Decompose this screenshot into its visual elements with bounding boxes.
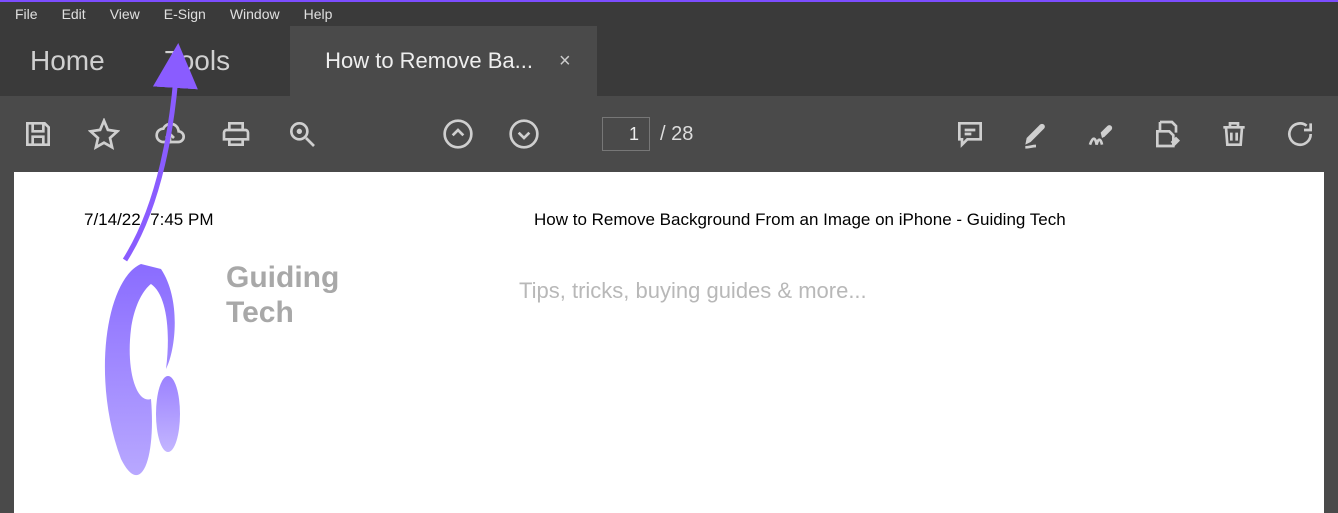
page-indicator: / 28 bbox=[602, 117, 693, 151]
brand: Guiding Tech bbox=[96, 259, 339, 494]
brand-line1: Guiding bbox=[226, 261, 339, 296]
document-tab[interactable]: How to Remove Ba... × bbox=[290, 26, 597, 96]
document-page: 7/14/22, 7:45 PM How to Remove Backgroun… bbox=[14, 172, 1324, 513]
star-icon[interactable] bbox=[86, 116, 122, 152]
tagline: Tips, tricks, buying guides & more... bbox=[519, 278, 867, 304]
tab-tools[interactable]: Tools bbox=[135, 26, 260, 96]
menu-edit[interactable]: Edit bbox=[51, 3, 97, 25]
doc-title: How to Remove Background From an Image o… bbox=[534, 210, 1066, 230]
tabbar: Home Tools How to Remove Ba... × bbox=[0, 26, 1338, 96]
highlight-icon[interactable] bbox=[1018, 116, 1054, 152]
save-icon[interactable] bbox=[20, 116, 56, 152]
brand-name: Guiding Tech bbox=[226, 261, 339, 330]
delete-icon[interactable] bbox=[1216, 116, 1252, 152]
menu-view[interactable]: View bbox=[99, 3, 151, 25]
page-up-icon[interactable] bbox=[440, 116, 476, 152]
zoom-icon[interactable] bbox=[284, 116, 320, 152]
sign-icon[interactable] bbox=[1084, 116, 1120, 152]
cloud-upload-icon[interactable] bbox=[152, 116, 188, 152]
tab-home[interactable]: Home bbox=[0, 26, 135, 96]
page-total: / 28 bbox=[660, 123, 693, 146]
menu-file[interactable]: File bbox=[4, 3, 49, 25]
close-icon[interactable]: × bbox=[553, 50, 577, 73]
menu-esign[interactable]: E-Sign bbox=[153, 3, 217, 25]
document-tab-title: How to Remove Ba... bbox=[325, 48, 533, 74]
toolbar: / 28 bbox=[0, 96, 1338, 172]
content-area: 7/14/22, 7:45 PM How to Remove Backgroun… bbox=[0, 172, 1338, 513]
page-down-icon[interactable] bbox=[506, 116, 542, 152]
print-icon[interactable] bbox=[218, 116, 254, 152]
menu-help[interactable]: Help bbox=[293, 3, 344, 25]
rotate-icon[interactable] bbox=[1282, 116, 1318, 152]
brand-line2: Tech bbox=[226, 296, 339, 331]
edit-pages-icon[interactable] bbox=[1150, 116, 1186, 152]
doc-datetime: 7/14/22, 7:45 PM bbox=[84, 210, 213, 230]
brand-logo-icon bbox=[96, 259, 206, 494]
comment-icon[interactable] bbox=[952, 116, 988, 152]
menubar: File Edit View E-Sign Window Help bbox=[0, 0, 1338, 26]
page-input[interactable] bbox=[602, 117, 650, 151]
menu-window[interactable]: Window bbox=[219, 3, 291, 25]
